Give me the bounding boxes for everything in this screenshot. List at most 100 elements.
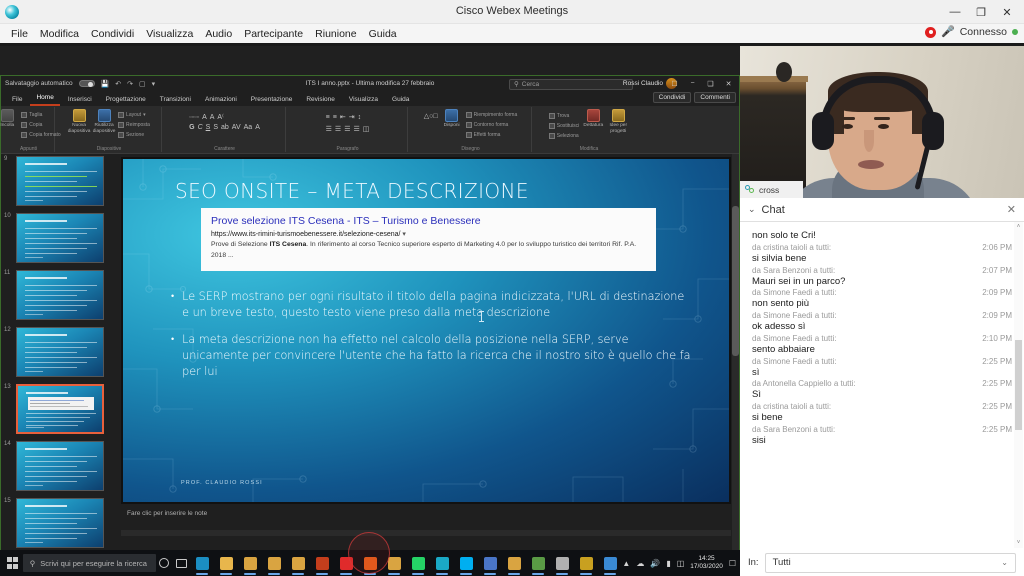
thumbnail-row[interactable]: 13	[1, 382, 116, 439]
designer-button[interactable]: Idee per progetti	[607, 109, 629, 134]
font-style-controls[interactable]: G C S S ab AV Aa A	[189, 124, 260, 131]
justify-icon[interactable]: ☰	[353, 125, 359, 133]
thumbnail-slide-9[interactable]	[16, 156, 104, 206]
minimize-icon[interactable]: —	[942, 2, 968, 22]
present-icon[interactable]: ▢	[139, 80, 146, 88]
replace-button[interactable]: Sostituisci	[548, 121, 579, 130]
ribbon-tab-inserisci[interactable]: Inserisci	[62, 94, 98, 106]
taskbar-fz-icon[interactable]	[334, 550, 358, 576]
cut-button[interactable]: Taglia	[21, 110, 60, 119]
decrease-font-icon[interactable]: A	[210, 114, 215, 121]
notes-pane[interactable]: Fare clic per inserire le note	[121, 507, 731, 529]
thumbnail-slide-11[interactable]	[16, 270, 104, 320]
taskbar-clock[interactable]: 14:25 17/03/2020	[690, 555, 723, 571]
share-button[interactable]: Condividi	[652, 92, 692, 103]
save-icon[interactable]: 💾	[101, 80, 110, 88]
numbering-icon[interactable]: ≡	[333, 114, 337, 121]
taskbar-search-input[interactable]: ⚲ Scrivi qui per eseguire la ricerca	[22, 554, 156, 572]
menu-item-riunione[interactable]: Riunione	[309, 26, 362, 42]
undo-icon[interactable]: ↶	[115, 80, 121, 88]
section-button[interactable]: Sezione	[118, 130, 150, 139]
layout-button[interactable]: Layout ▾	[118, 110, 150, 119]
menu-item-audio[interactable]: Audio	[199, 26, 238, 42]
task-view-icon[interactable]	[173, 550, 190, 576]
video-participant-tab[interactable]: cross	[740, 181, 803, 198]
ribbon-tab-transizioni[interactable]: Transizioni	[154, 94, 197, 106]
taskbar-app18-icon[interactable]	[598, 550, 622, 576]
powerpoint-close-icon[interactable]: ✕	[720, 77, 737, 90]
taskbar-edge-icon[interactable]	[190, 550, 214, 576]
align-left-icon[interactable]: ☰	[326, 125, 332, 133]
chat-scroll-down-button[interactable]: ˅	[1014, 538, 1023, 548]
thumbnail-slide-12[interactable]	[16, 327, 104, 377]
slide-thumbnail-pane[interactable]: 9 10 11 12 13 14 15	[1, 154, 116, 569]
ribbon-display-options-icon[interactable]: ☐	[666, 77, 683, 90]
find-button[interactable]: Trova	[548, 111, 580, 120]
copy-button[interactable]: Copia	[21, 120, 60, 129]
thumbnail-row[interactable]: 9	[1, 154, 116, 211]
taskbar-app16-icon[interactable]	[550, 550, 574, 576]
increase-indent-icon[interactable]: ⇥	[349, 113, 355, 121]
battery-icon[interactable]: ◫	[677, 559, 685, 568]
menu-item-condividi[interactable]: Condividi	[85, 26, 140, 42]
ribbon-tab-guida[interactable]: Guida	[386, 94, 415, 106]
comments-button[interactable]: Commenti	[694, 92, 736, 103]
change-case-button[interactable]: Aa	[244, 124, 253, 131]
taskbar-firefox-icon[interactable]	[358, 550, 382, 576]
onedrive-icon[interactable]: ☁	[636, 559, 644, 568]
reuse-slides-button[interactable]: Riutilizza diapositive	[93, 109, 115, 134]
format-painter-button[interactable]: Copia formato	[21, 130, 61, 139]
action-center-icon[interactable]: ☐	[729, 559, 736, 568]
video-panel[interactable]: cross	[740, 46, 1024, 198]
bullets-icon[interactable]: ≡	[326, 114, 330, 121]
taskbar-folder-icon[interactable]	[238, 550, 262, 576]
taskbar-folder-4-icon[interactable]	[382, 550, 406, 576]
thumbnail-slide-14[interactable]	[16, 441, 104, 491]
shadow-button[interactable]: S	[213, 124, 218, 131]
shapes-gallery[interactable]: △○□	[424, 112, 438, 120]
chat-scroll-up-button[interactable]: ˄	[1014, 222, 1023, 232]
arrange-button[interactable]: Disponi	[441, 109, 463, 129]
align-right-icon[interactable]: ☰	[344, 125, 350, 133]
taskbar-app17-icon[interactable]	[574, 550, 598, 576]
thumbnail-row[interactable]: 10	[1, 211, 116, 268]
close-icon[interactable]: ✕	[994, 2, 1020, 22]
network-icon[interactable]: ▮	[666, 559, 670, 568]
cortana-icon[interactable]	[156, 550, 173, 576]
reset-button[interactable]: Reimposta	[118, 120, 150, 129]
shape-outline-button[interactable]: Contorno forma	[465, 120, 518, 129]
decrease-indent-icon[interactable]: ⇤	[340, 113, 346, 121]
character-spacing-button[interactable]: AV	[232, 124, 241, 131]
windows-start-icon[interactable]	[3, 550, 22, 576]
powerpoint-maximize-icon[interactable]: ❑	[702, 77, 719, 90]
taskbar-file-explorer-icon[interactable]	[214, 550, 238, 576]
thumbnail-scrollbar[interactable]	[732, 154, 739, 569]
recording-icon[interactable]	[925, 26, 937, 38]
taskbar-powerpoint-icon[interactable]	[310, 550, 334, 576]
shape-effects-button[interactable]: Effetti forma	[465, 130, 518, 139]
select-button[interactable]: Seleziona	[548, 131, 580, 140]
shape-fill-button[interactable]: Riempimento forma	[465, 110, 517, 119]
menu-item-partecipante[interactable]: Partecipante	[238, 26, 309, 42]
show-hidden-icons[interactable]: ▲	[622, 559, 630, 568]
taskbar-app14-icon[interactable]	[502, 550, 526, 576]
columns-icon[interactable]: ◫	[363, 125, 370, 133]
slide-horizontal-scrollbar[interactable]	[121, 530, 731, 536]
bold-button[interactable]: G	[189, 124, 194, 131]
customize-qat-icon[interactable]: ▾	[152, 80, 156, 88]
maximize-icon[interactable]: ❐	[968, 2, 994, 22]
powerpoint-search-box[interactable]: ⚲ Cerca	[509, 78, 633, 90]
font-name-box[interactable]: ▫▫▫▫	[189, 114, 199, 121]
microphone-muted-icon[interactable]: 🎤	[941, 26, 955, 38]
paragraph-list-controls[interactable]: ≡ ≡ ⇤ ⇥ ↕	[326, 113, 361, 122]
menu-item-guida[interactable]: Guida	[363, 26, 403, 42]
clear-formatting-icon[interactable]: A⁽	[217, 113, 223, 121]
chat-message-list[interactable]: non solo te Cri! da cristina taioli a tut…	[740, 222, 1024, 548]
thumbnail-slide-15[interactable]	[16, 498, 104, 548]
paragraph-align-controls[interactable]: ☰ ☰ ☰ ☰ ◫	[326, 125, 370, 133]
taskbar-app15-icon[interactable]	[526, 550, 550, 576]
close-icon[interactable]: ✕	[1007, 203, 1016, 216]
powerpoint-minimize-icon[interactable]: −	[684, 77, 701, 90]
volume-icon[interactable]: 🔊	[650, 559, 660, 568]
chevron-down-icon[interactable]: ⌄	[748, 204, 756, 215]
